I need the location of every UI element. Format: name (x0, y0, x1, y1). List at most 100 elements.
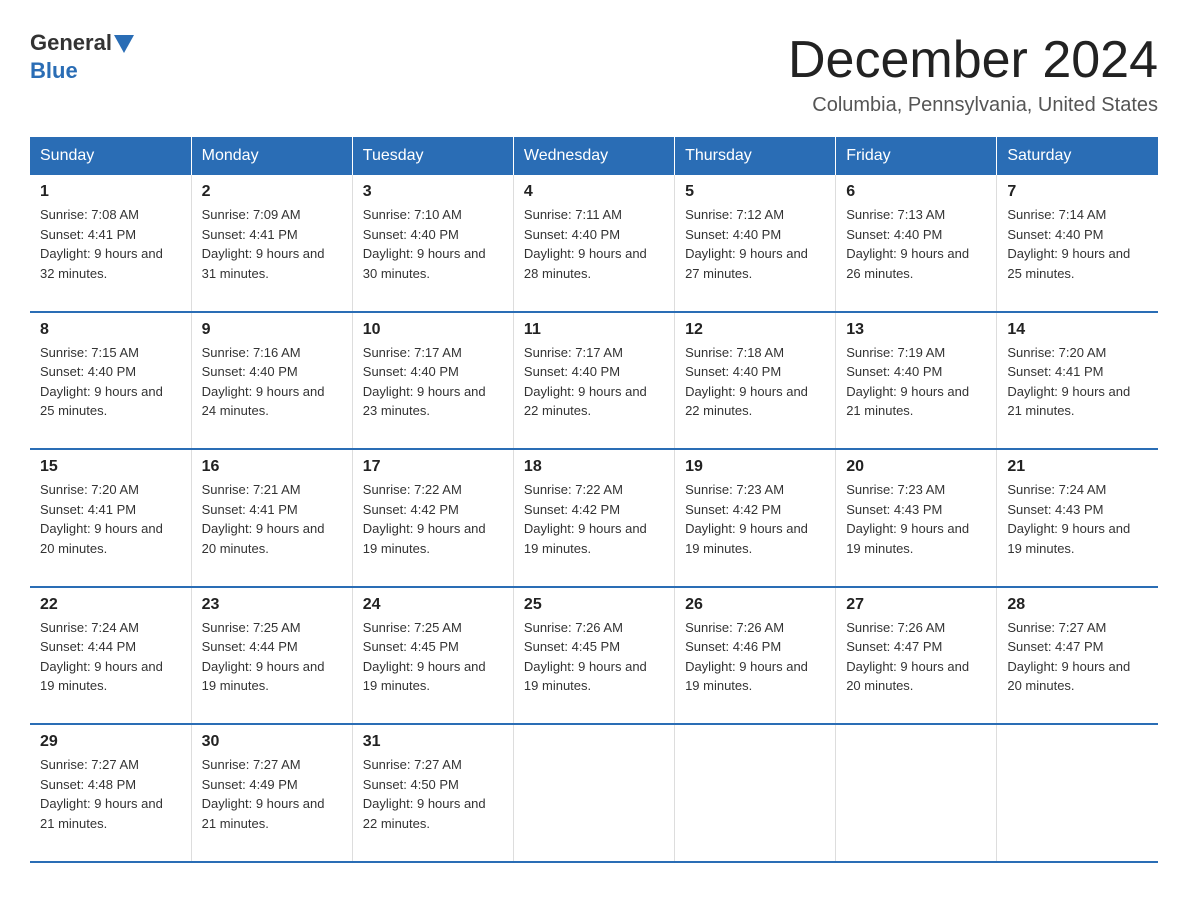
day-info: Sunrise: 7:16 AM Sunset: 4:40 PM Dayligh… (202, 343, 342, 441)
day-cell: 5 Sunrise: 7:12 AM Sunset: 4:40 PM Dayli… (675, 175, 836, 312)
day-number: 27 (846, 596, 986, 614)
calendar-table: SundayMondayTuesdayWednesdayThursdayFrid… (30, 137, 1158, 863)
day-cell: 21 Sunrise: 7:24 AM Sunset: 4:43 PM Dayl… (997, 449, 1158, 587)
day-cell (836, 724, 997, 862)
day-number: 5 (685, 183, 825, 201)
day-number: 22 (40, 596, 181, 614)
calendar-header-row: SundayMondayTuesdayWednesdayThursdayFrid… (30, 137, 1158, 175)
day-number: 9 (202, 321, 342, 339)
day-info: Sunrise: 7:25 AM Sunset: 4:45 PM Dayligh… (363, 618, 503, 716)
day-info: Sunrise: 7:21 AM Sunset: 4:41 PM Dayligh… (202, 480, 342, 578)
day-info: Sunrise: 7:27 AM Sunset: 4:50 PM Dayligh… (363, 755, 503, 853)
day-number: 21 (1007, 458, 1148, 476)
logo-arrow-icon (114, 35, 134, 53)
day-info: Sunrise: 7:12 AM Sunset: 4:40 PM Dayligh… (685, 205, 825, 303)
day-info: Sunrise: 7:14 AM Sunset: 4:40 PM Dayligh… (1007, 205, 1148, 303)
day-info: Sunrise: 7:27 AM Sunset: 4:49 PM Dayligh… (202, 755, 342, 853)
day-cell: 3 Sunrise: 7:10 AM Sunset: 4:40 PM Dayli… (352, 175, 513, 312)
day-number: 2 (202, 183, 342, 201)
day-cell: 19 Sunrise: 7:23 AM Sunset: 4:42 PM Dayl… (675, 449, 836, 587)
day-info: Sunrise: 7:26 AM Sunset: 4:45 PM Dayligh… (524, 618, 664, 716)
day-info: Sunrise: 7:24 AM Sunset: 4:44 PM Dayligh… (40, 618, 181, 716)
day-number: 15 (40, 458, 181, 476)
day-cell: 20 Sunrise: 7:23 AM Sunset: 4:43 PM Dayl… (836, 449, 997, 587)
day-number: 16 (202, 458, 342, 476)
location-title: Columbia, Pennsylvania, United States (788, 94, 1158, 117)
day-number: 20 (846, 458, 986, 476)
day-number: 31 (363, 733, 503, 751)
day-cell: 10 Sunrise: 7:17 AM Sunset: 4:40 PM Dayl… (352, 312, 513, 450)
day-number: 13 (846, 321, 986, 339)
day-cell: 28 Sunrise: 7:27 AM Sunset: 4:47 PM Dayl… (997, 587, 1158, 725)
day-cell (675, 724, 836, 862)
day-info: Sunrise: 7:23 AM Sunset: 4:42 PM Dayligh… (685, 480, 825, 578)
header-cell-sunday: Sunday (30, 137, 191, 175)
day-info: Sunrise: 7:22 AM Sunset: 4:42 PM Dayligh… (524, 480, 664, 578)
day-info: Sunrise: 7:18 AM Sunset: 4:40 PM Dayligh… (685, 343, 825, 441)
day-cell: 26 Sunrise: 7:26 AM Sunset: 4:46 PM Dayl… (675, 587, 836, 725)
logo: General Blue (30, 30, 134, 84)
day-number: 17 (363, 458, 503, 476)
day-cell: 2 Sunrise: 7:09 AM Sunset: 4:41 PM Dayli… (191, 175, 352, 312)
day-info: Sunrise: 7:25 AM Sunset: 4:44 PM Dayligh… (202, 618, 342, 716)
day-cell: 29 Sunrise: 7:27 AM Sunset: 4:48 PM Dayl… (30, 724, 191, 862)
day-cell: 23 Sunrise: 7:25 AM Sunset: 4:44 PM Dayl… (191, 587, 352, 725)
day-number: 11 (524, 321, 664, 339)
header-cell-saturday: Saturday (997, 137, 1158, 175)
day-cell: 30 Sunrise: 7:27 AM Sunset: 4:49 PM Dayl… (191, 724, 352, 862)
day-info: Sunrise: 7:20 AM Sunset: 4:41 PM Dayligh… (40, 480, 181, 578)
day-number: 10 (363, 321, 503, 339)
day-number: 14 (1007, 321, 1148, 339)
day-info: Sunrise: 7:27 AM Sunset: 4:48 PM Dayligh… (40, 755, 181, 853)
day-info: Sunrise: 7:26 AM Sunset: 4:47 PM Dayligh… (846, 618, 986, 716)
day-cell: 24 Sunrise: 7:25 AM Sunset: 4:45 PM Dayl… (352, 587, 513, 725)
day-number: 3 (363, 183, 503, 201)
day-info: Sunrise: 7:22 AM Sunset: 4:42 PM Dayligh… (363, 480, 503, 578)
day-number: 23 (202, 596, 342, 614)
day-cell: 22 Sunrise: 7:24 AM Sunset: 4:44 PM Dayl… (30, 587, 191, 725)
day-number: 29 (40, 733, 181, 751)
week-row-3: 15 Sunrise: 7:20 AM Sunset: 4:41 PM Dayl… (30, 449, 1158, 587)
logo-blue-text: Blue (30, 58, 78, 84)
day-info: Sunrise: 7:15 AM Sunset: 4:40 PM Dayligh… (40, 343, 181, 441)
day-info: Sunrise: 7:17 AM Sunset: 4:40 PM Dayligh… (363, 343, 503, 441)
day-cell: 6 Sunrise: 7:13 AM Sunset: 4:40 PM Dayli… (836, 175, 997, 312)
day-info: Sunrise: 7:10 AM Sunset: 4:40 PM Dayligh… (363, 205, 503, 303)
day-info: Sunrise: 7:20 AM Sunset: 4:41 PM Dayligh… (1007, 343, 1148, 441)
week-row-2: 8 Sunrise: 7:15 AM Sunset: 4:40 PM Dayli… (30, 312, 1158, 450)
header-cell-wednesday: Wednesday (513, 137, 674, 175)
day-cell (997, 724, 1158, 862)
day-cell: 17 Sunrise: 7:22 AM Sunset: 4:42 PM Dayl… (352, 449, 513, 587)
day-cell: 9 Sunrise: 7:16 AM Sunset: 4:40 PM Dayli… (191, 312, 352, 450)
day-number: 30 (202, 733, 342, 751)
day-number: 18 (524, 458, 664, 476)
day-number: 28 (1007, 596, 1148, 614)
day-cell: 13 Sunrise: 7:19 AM Sunset: 4:40 PM Dayl… (836, 312, 997, 450)
day-info: Sunrise: 7:26 AM Sunset: 4:46 PM Dayligh… (685, 618, 825, 716)
logo-general-text: General (30, 30, 112, 56)
header-cell-tuesday: Tuesday (352, 137, 513, 175)
day-number: 19 (685, 458, 825, 476)
header: General Blue December 2024 Columbia, Pen… (30, 30, 1158, 117)
day-cell: 14 Sunrise: 7:20 AM Sunset: 4:41 PM Dayl… (997, 312, 1158, 450)
day-number: 8 (40, 321, 181, 339)
day-cell: 16 Sunrise: 7:21 AM Sunset: 4:41 PM Dayl… (191, 449, 352, 587)
day-info: Sunrise: 7:23 AM Sunset: 4:43 PM Dayligh… (846, 480, 986, 578)
day-cell: 12 Sunrise: 7:18 AM Sunset: 4:40 PM Dayl… (675, 312, 836, 450)
day-cell: 15 Sunrise: 7:20 AM Sunset: 4:41 PM Dayl… (30, 449, 191, 587)
day-cell: 8 Sunrise: 7:15 AM Sunset: 4:40 PM Dayli… (30, 312, 191, 450)
day-number: 7 (1007, 183, 1148, 201)
day-number: 6 (846, 183, 986, 201)
day-info: Sunrise: 7:09 AM Sunset: 4:41 PM Dayligh… (202, 205, 342, 303)
month-title: December 2024 (788, 30, 1158, 90)
day-info: Sunrise: 7:11 AM Sunset: 4:40 PM Dayligh… (524, 205, 664, 303)
day-cell: 27 Sunrise: 7:26 AM Sunset: 4:47 PM Dayl… (836, 587, 997, 725)
day-info: Sunrise: 7:17 AM Sunset: 4:40 PM Dayligh… (524, 343, 664, 441)
day-number: 26 (685, 596, 825, 614)
day-cell (513, 724, 674, 862)
day-cell: 31 Sunrise: 7:27 AM Sunset: 4:50 PM Dayl… (352, 724, 513, 862)
day-cell: 25 Sunrise: 7:26 AM Sunset: 4:45 PM Dayl… (513, 587, 674, 725)
day-number: 1 (40, 183, 181, 201)
day-info: Sunrise: 7:19 AM Sunset: 4:40 PM Dayligh… (846, 343, 986, 441)
day-cell: 1 Sunrise: 7:08 AM Sunset: 4:41 PM Dayli… (30, 175, 191, 312)
